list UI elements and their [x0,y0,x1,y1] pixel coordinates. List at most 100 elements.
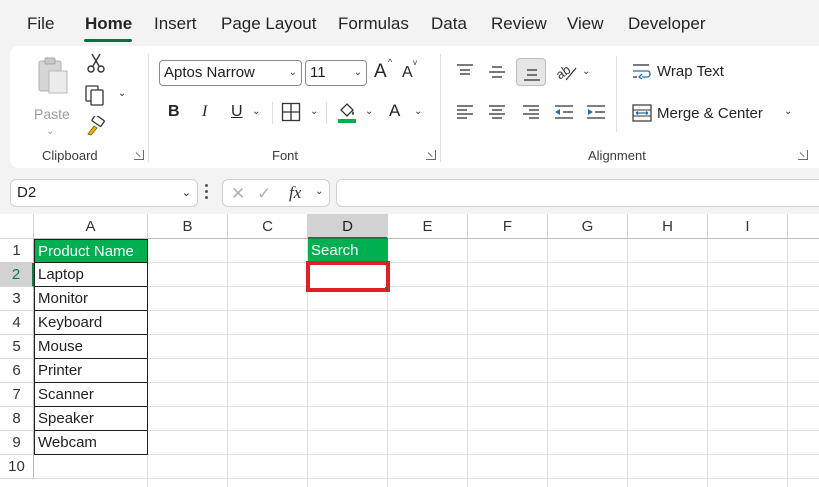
font-name-value: Aptos Narrow [164,64,255,81]
format-painter-icon[interactable] [84,116,106,136]
tab-developer[interactable]: Developer [628,14,706,34]
borders-dropdown-chevron[interactable]: ⌄ [310,106,318,117]
name-box[interactable]: D2 ⌄ [10,179,198,207]
row-header-10[interactable]: 10 [0,455,34,479]
merge-center-dropdown-chevron[interactable]: ⌄ [784,106,792,117]
cell-a5[interactable]: Mouse [34,334,148,359]
fill-color-dropdown-chevron[interactable]: ⌄ [365,106,373,117]
column-header-g[interactable]: G [548,214,628,239]
tab-review[interactable]: Review [491,14,547,34]
clipboard-group-label: Clipboard [42,148,98,163]
function-dropdown-chevron[interactable]: ⌄ [315,186,323,197]
decrease-font-size-button[interactable]: A [402,64,413,82]
bottom-align-button[interactable] [516,58,546,86]
font-color-dropdown-chevron[interactable]: ⌄ [414,106,422,117]
alignment-dialog-launcher[interactable] [798,150,808,160]
column-header-i[interactable]: I [708,214,788,239]
row-header-8[interactable]: 8 [0,407,34,431]
more-options-icon[interactable] [205,184,209,200]
underline-dropdown-chevron[interactable]: ⌄ [252,106,260,117]
excel-window: File Home Insert Page Layout Formulas Da… [0,0,819,487]
middle-align-icon[interactable] [488,64,506,80]
gridline [34,286,819,287]
enter-check-icon[interactable]: ✓ [257,185,271,202]
cell-a2[interactable]: Laptop [34,262,148,287]
gridline [34,262,819,263]
fill-color-icon[interactable] [336,100,358,124]
copy-icon[interactable] [84,84,108,106]
row-header-5[interactable]: 5 [0,335,34,359]
formula-input[interactable] [336,179,819,207]
bold-button[interactable]: B [168,103,180,121]
merge-center-button[interactable]: Merge & Center [630,102,800,126]
formula-bar-area: D2 ⌄ ✕ ✓ fx ⌄ [0,168,819,214]
insert-function-icon[interactable]: fx [289,184,301,201]
align-left-icon[interactable] [456,104,474,120]
cell-d1[interactable]: Search [308,239,388,263]
tab-home[interactable]: Home [85,14,132,34]
cell-a7[interactable]: Scanner [34,382,148,407]
top-align-icon[interactable] [456,62,474,78]
font-dialog-launcher[interactable] [426,150,436,160]
column-header-partial[interactable] [788,214,819,239]
active-tab-indicator [84,39,132,42]
font-name-dropdown[interactable]: Aptos Narrow ⌄ [159,60,302,86]
font-color-button[interactable]: A [389,101,400,121]
column-header-c[interactable]: C [228,214,308,239]
column-header-e[interactable]: E [388,214,468,239]
borders-icon[interactable] [281,102,301,122]
row-header-1[interactable]: 1 [0,239,34,263]
row-header-7[interactable]: 7 [0,383,34,407]
chevron-down-icon: ⌄ [353,67,362,78]
cell-a8[interactable]: Speaker [34,406,148,431]
cell-a6[interactable]: Printer [34,358,148,383]
gridline [707,239,708,487]
wrap-text-icon [633,64,651,80]
cell-a3[interactable]: Monitor [34,286,148,311]
column-header-d[interactable]: D [308,214,388,239]
gridline [34,406,819,407]
increase-indent-icon[interactable] [586,104,606,120]
copy-dropdown-chevron[interactable]: ⌄ [118,88,126,99]
orientation-dropdown-chevron[interactable]: ⌄ [582,66,590,77]
wrap-text-button[interactable]: Wrap Text [630,60,740,84]
caret-up-icon: ^ [388,57,393,67]
cut-icon[interactable] [86,52,106,74]
cell-a1[interactable]: Product Name [34,239,148,263]
align-right-icon[interactable] [522,104,540,120]
tab-insert[interactable]: Insert [154,14,197,34]
tab-data[interactable]: Data [431,14,467,34]
cell-a4[interactable]: Keyboard [34,310,148,335]
align-center-icon[interactable] [488,104,506,120]
font-size-value: 11 [310,64,326,81]
group-separator [148,54,149,162]
paste-button[interactable]: Paste ⌄ [28,54,78,137]
formula-tools: ✕ ✓ fx ⌄ [222,179,330,207]
increase-font-size-button[interactable]: A [374,61,387,83]
column-header-a[interactable]: A [34,214,148,239]
tab-view[interactable]: View [567,14,604,34]
row-header-3[interactable]: 3 [0,287,34,311]
row-header-6[interactable]: 6 [0,359,34,383]
paste-icon [38,57,68,94]
select-all-corner[interactable] [0,214,34,239]
cancel-icon[interactable]: ✕ [231,185,245,202]
row-header-2[interactable]: 2 [0,263,34,287]
tab-file[interactable]: File [27,14,54,34]
row-header-9[interactable]: 9 [0,431,34,455]
clipboard-dialog-launcher[interactable] [134,150,144,160]
italic-button[interactable]: I [202,103,207,121]
row-header-4[interactable]: 4 [0,311,34,335]
tab-formulas[interactable]: Formulas [338,14,409,34]
column-header-b[interactable]: B [148,214,228,239]
column-header-h[interactable]: H [628,214,708,239]
column-header-f[interactable]: F [468,214,548,239]
merge-center-icon [632,104,652,122]
underline-button[interactable]: U [231,103,243,121]
font-size-dropdown[interactable]: 11 ⌄ [305,60,367,86]
cell-a9[interactable]: Webcam [34,430,148,455]
paste-label: Paste [34,106,70,122]
decrease-indent-icon[interactable] [554,104,574,120]
orientation-icon[interactable]: ab [554,60,578,82]
tab-page-layout[interactable]: Page Layout [221,14,316,34]
